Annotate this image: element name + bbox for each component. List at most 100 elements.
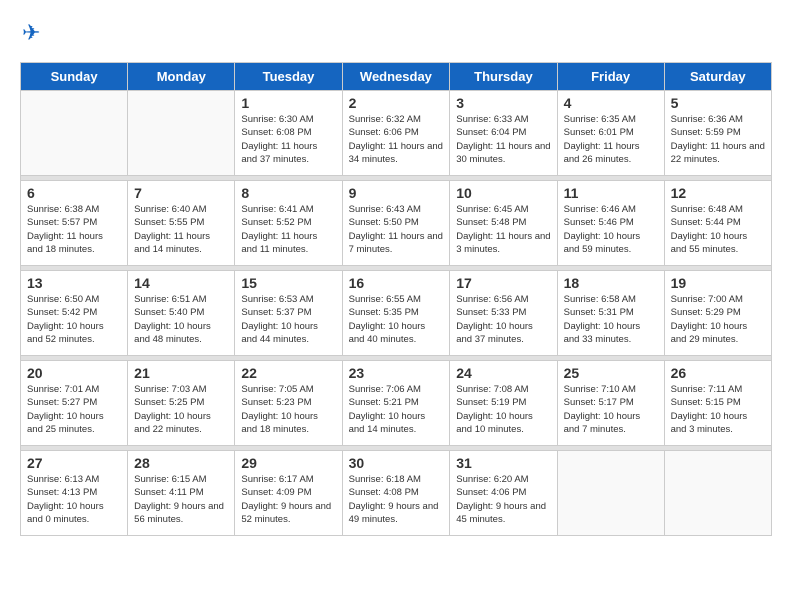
calendar-table: SundayMondayTuesdayWednesdayThursdayFrid… (20, 62, 772, 536)
day-number: 24 (456, 365, 550, 381)
day-info: Sunrise: 7:11 AM Sunset: 5:15 PM Dayligh… (671, 383, 765, 436)
day-number: 28 (134, 455, 228, 471)
day-number: 31 (456, 455, 550, 471)
day-number: 23 (349, 365, 444, 381)
calendar-day-cell: 12Sunrise: 6:48 AM Sunset: 5:44 PM Dayli… (664, 181, 771, 266)
day-info: Sunrise: 6:43 AM Sunset: 5:50 PM Dayligh… (349, 203, 444, 256)
day-info: Sunrise: 6:38 AM Sunset: 5:57 PM Dayligh… (27, 203, 121, 256)
calendar-day-cell: 7Sunrise: 6:40 AM Sunset: 5:55 PM Daylig… (128, 181, 235, 266)
day-info: Sunrise: 7:08 AM Sunset: 5:19 PM Dayligh… (456, 383, 550, 436)
day-info: Sunrise: 6:33 AM Sunset: 6:04 PM Dayligh… (456, 113, 550, 166)
day-number: 13 (27, 275, 121, 291)
day-info: Sunrise: 6:48 AM Sunset: 5:44 PM Dayligh… (671, 203, 765, 256)
day-info: Sunrise: 6:15 AM Sunset: 4:11 PM Dayligh… (134, 473, 228, 526)
calendar-week-row: 13 Sunrise: 6:50 AM Sunset: 5:42 PM Dayli… (21, 271, 772, 356)
calendar-day-cell: 1 Sunrise: 6:30 AM Sunset: 6:08 PM Daylig… (235, 91, 342, 176)
calendar-header-tuesday: Tuesday (235, 63, 342, 91)
day-number: 15 (241, 275, 335, 291)
day-info: Sunrise: 7:01 AM Sunset: 5:27 PM Dayligh… (27, 383, 121, 436)
calendar-day-cell: 23 Sunrise: 7:06 AM Sunset: 5:21 PM Dayli… (342, 361, 450, 446)
day-info: Sunrise: 6:50 AM Sunset: 5:42 PM Dayligh… (27, 293, 121, 346)
calendar-day-cell: 30 Sunrise: 6:18 AM Sunset: 4:08 PM Dayli… (342, 451, 450, 536)
day-info: Sunrise: 7:03 AM Sunset: 5:25 PM Dayligh… (134, 383, 228, 436)
day-number: 7 (134, 185, 228, 201)
calendar-week-row: 1 Sunrise: 6:30 AM Sunset: 6:08 PM Daylig… (21, 91, 772, 176)
calendar-header-saturday: Saturday (664, 63, 771, 91)
day-number: 8 (241, 185, 335, 201)
calendar-day-cell: 26 Sunrise: 7:11 AM Sunset: 5:15 PM Dayli… (664, 361, 771, 446)
day-info: Sunrise: 6:46 AM Sunset: 5:46 PM Dayligh… (564, 203, 658, 256)
calendar-day-cell: 18 Sunrise: 6:58 AM Sunset: 5:31 PM Dayli… (557, 271, 664, 356)
calendar-day-cell: 28 Sunrise: 6:15 AM Sunset: 4:11 PM Dayli… (128, 451, 235, 536)
calendar-day-cell: 31 Sunrise: 6:20 AM Sunset: 4:06 PM Dayli… (450, 451, 557, 536)
day-number: 19 (671, 275, 765, 291)
calendar-day-cell: 15Sunrise: 6:53 AM Sunset: 5:37 PM Dayli… (235, 271, 342, 356)
day-info: Sunrise: 6:51 AM Sunset: 5:40 PM Dayligh… (134, 293, 228, 346)
day-info: Sunrise: 6:30 AM Sunset: 6:08 PM Dayligh… (241, 113, 335, 166)
day-number: 10 (456, 185, 550, 201)
day-info: Sunrise: 7:06 AM Sunset: 5:21 PM Dayligh… (349, 383, 444, 436)
calendar-day-cell: 19 Sunrise: 7:00 AM Sunset: 5:29 PM Dayli… (664, 271, 771, 356)
calendar-day-cell: 22 Sunrise: 7:05 AM Sunset: 5:23 PM Dayli… (235, 361, 342, 446)
calendar-week-row: 27 Sunrise: 6:13 AM Sunset: 4:13 PM Dayli… (21, 451, 772, 536)
calendar-header-row: SundayMondayTuesdayWednesdayThursdayFrid… (21, 63, 772, 91)
logo-bird-icon: ✈ (22, 20, 40, 46)
calendar-day-cell: 14Sunrise: 6:51 AM Sunset: 5:40 PM Dayli… (128, 271, 235, 356)
calendar-week-row: 6 Sunrise: 6:38 AM Sunset: 5:57 PM Daylig… (21, 181, 772, 266)
calendar-week-row: 20 Sunrise: 7:01 AM Sunset: 5:27 PM Dayli… (21, 361, 772, 446)
calendar-day-cell: 6 Sunrise: 6:38 AM Sunset: 5:57 PM Daylig… (21, 181, 128, 266)
calendar-day-cell: 11 Sunrise: 6:46 AM Sunset: 5:46 PM Dayli… (557, 181, 664, 266)
day-number: 16 (349, 275, 444, 291)
calendar-day-cell: 20 Sunrise: 7:01 AM Sunset: 5:27 PM Dayli… (21, 361, 128, 446)
day-number: 27 (27, 455, 121, 471)
day-number: 2 (349, 95, 444, 111)
calendar-day-cell: 5 Sunrise: 6:36 AM Sunset: 5:59 PM Daylig… (664, 91, 771, 176)
day-number: 26 (671, 365, 765, 381)
calendar-day-cell: 17 Sunrise: 6:56 AM Sunset: 5:33 PM Dayli… (450, 271, 557, 356)
day-number: 21 (134, 365, 228, 381)
day-info: Sunrise: 6:56 AM Sunset: 5:33 PM Dayligh… (456, 293, 550, 346)
day-info: Sunrise: 6:17 AM Sunset: 4:09 PM Dayligh… (241, 473, 335, 526)
calendar-header-monday: Monday (128, 63, 235, 91)
calendar-day-cell: 24 Sunrise: 7:08 AM Sunset: 5:19 PM Dayli… (450, 361, 557, 446)
calendar-day-cell: 10 Sunrise: 6:45 AM Sunset: 5:48 PM Dayli… (450, 181, 557, 266)
day-info: Sunrise: 6:55 AM Sunset: 5:35 PM Dayligh… (349, 293, 444, 346)
day-number: 4 (564, 95, 658, 111)
calendar-day-cell: 16 Sunrise: 6:55 AM Sunset: 5:35 PM Dayli… (342, 271, 450, 356)
day-number: 11 (564, 185, 658, 201)
calendar-day-cell: 27 Sunrise: 6:13 AM Sunset: 4:13 PM Dayli… (21, 451, 128, 536)
day-info: Sunrise: 6:58 AM Sunset: 5:31 PM Dayligh… (564, 293, 658, 346)
calendar-day-cell (128, 91, 235, 176)
day-info: Sunrise: 6:18 AM Sunset: 4:08 PM Dayligh… (349, 473, 444, 526)
day-info: Sunrise: 6:13 AM Sunset: 4:13 PM Dayligh… (27, 473, 121, 526)
day-number: 17 (456, 275, 550, 291)
day-info: Sunrise: 7:10 AM Sunset: 5:17 PM Dayligh… (564, 383, 658, 436)
day-number: 18 (564, 275, 658, 291)
day-number: 25 (564, 365, 658, 381)
calendar-day-cell: 4Sunrise: 6:35 AM Sunset: 6:01 PM Daylig… (557, 91, 664, 176)
day-info: Sunrise: 7:05 AM Sunset: 5:23 PM Dayligh… (241, 383, 335, 436)
day-info: Sunrise: 6:45 AM Sunset: 5:48 PM Dayligh… (456, 203, 550, 256)
calendar-day-cell: 3Sunrise: 6:33 AM Sunset: 6:04 PM Daylig… (450, 91, 557, 176)
calendar-day-cell: 13 Sunrise: 6:50 AM Sunset: 5:42 PM Dayli… (21, 271, 128, 356)
calendar-header-thursday: Thursday (450, 63, 557, 91)
page-header: ✈ (20, 20, 772, 46)
calendar-day-cell: 21 Sunrise: 7:03 AM Sunset: 5:25 PM Dayli… (128, 361, 235, 446)
calendar-day-cell: 8 Sunrise: 6:41 AM Sunset: 5:52 PM Daylig… (235, 181, 342, 266)
calendar-day-cell: 29 Sunrise: 6:17 AM Sunset: 4:09 PM Dayli… (235, 451, 342, 536)
calendar-day-cell: 9 Sunrise: 6:43 AM Sunset: 5:50 PM Daylig… (342, 181, 450, 266)
logo: ✈ (20, 20, 40, 46)
day-number: 29 (241, 455, 335, 471)
calendar-header-wednesday: Wednesday (342, 63, 450, 91)
day-number: 20 (27, 365, 121, 381)
day-info: Sunrise: 6:20 AM Sunset: 4:06 PM Dayligh… (456, 473, 550, 526)
day-number: 22 (241, 365, 335, 381)
day-number: 6 (27, 185, 121, 201)
day-number: 5 (671, 95, 765, 111)
day-number: 9 (349, 185, 444, 201)
day-info: Sunrise: 7:00 AM Sunset: 5:29 PM Dayligh… (671, 293, 765, 346)
day-info: Sunrise: 6:36 AM Sunset: 5:59 PM Dayligh… (671, 113, 765, 166)
day-number: 30 (349, 455, 444, 471)
day-info: Sunrise: 6:41 AM Sunset: 5:52 PM Dayligh… (241, 203, 335, 256)
day-number: 1 (241, 95, 335, 111)
